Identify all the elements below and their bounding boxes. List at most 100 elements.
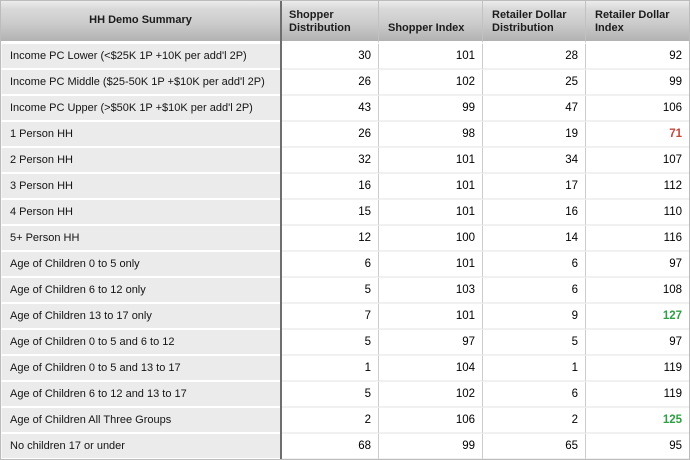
cell-retailer-dollar-distribution: 1 — [483, 356, 586, 382]
cell-retailer-dollar-distribution: 65 — [483, 434, 586, 460]
cell-shopper-distribution: 26 — [280, 70, 379, 96]
cell-shopper-distribution: 1 — [280, 356, 379, 382]
cell-shopper-distribution: 16 — [280, 174, 379, 200]
cell-retailer-dollar-distribution: 6 — [483, 382, 586, 408]
cell-retailer-dollar-distribution: 16 — [483, 200, 586, 226]
cell-retailer-dollar-index: 116 — [586, 226, 689, 252]
row-label: 1 Person HH — [1, 122, 280, 148]
table-row: 2 Person HH 32 101 34 107 — [1, 148, 689, 174]
cell-shopper-index: 101 — [379, 304, 483, 330]
cell-retailer-dollar-distribution: 5 — [483, 330, 586, 356]
table-body: Income PC Lower (<$25K 1P +10K per add'l… — [1, 44, 689, 460]
cell-retailer-dollar-distribution: 19 — [483, 122, 586, 148]
table-row: Income PC Lower (<$25K 1P +10K per add'l… — [1, 44, 689, 70]
cell-shopper-distribution: 5 — [280, 330, 379, 356]
hh-demo-summary-grid: HH Demo Summary Shopper Distribution Sho… — [0, 0, 690, 460]
cell-shopper-index: 103 — [379, 278, 483, 304]
row-label: Age of Children 13 to 17 only — [1, 304, 280, 330]
cell-shopper-distribution: 7 — [280, 304, 379, 330]
cell-retailer-dollar-index: 92 — [586, 44, 689, 70]
column-header-hh-demo-summary[interactable]: HH Demo Summary — [1, 1, 280, 44]
cell-shopper-index: 97 — [379, 330, 483, 356]
cell-shopper-distribution: 32 — [280, 148, 379, 174]
cell-shopper-index: 99 — [379, 434, 483, 460]
column-header-shopper-index[interactable]: Shopper Index — [379, 1, 483, 44]
cell-shopper-distribution: 26 — [280, 122, 379, 148]
table-row: Income PC Middle ($25-50K 1P +$10K per a… — [1, 70, 689, 96]
row-label: 2 Person HH — [1, 148, 280, 174]
column-header-retailer-dollar-index[interactable]: Retailer Dollar Index — [586, 1, 689, 44]
table-row: Age of Children 6 to 12 only 5 103 6 108 — [1, 278, 689, 304]
cell-retailer-dollar-distribution: 25 — [483, 70, 586, 96]
cell-shopper-index: 104 — [379, 356, 483, 382]
table-row: No children 17 or under 68 99 65 95 — [1, 434, 689, 460]
cell-retailer-dollar-index: 95 — [586, 434, 689, 460]
cell-shopper-distribution: 12 — [280, 226, 379, 252]
cell-retailer-dollar-distribution: 47 — [483, 96, 586, 122]
demo-summary-table: HH Demo Summary Shopper Distribution Sho… — [1, 1, 689, 460]
cell-retailer-dollar-distribution: 14 — [483, 226, 586, 252]
row-label: 3 Person HH — [1, 174, 280, 200]
cell-shopper-index: 101 — [379, 148, 483, 174]
cell-shopper-distribution: 2 — [280, 408, 379, 434]
cell-retailer-dollar-distribution: 9 — [483, 304, 586, 330]
cell-retailer-dollar-index: 97 — [586, 330, 689, 356]
column-header-retailer-dollar-distribution[interactable]: Retailer Dollar Distribution — [483, 1, 586, 44]
cell-retailer-dollar-index: 71 — [586, 122, 689, 148]
table-row: 4 Person HH 15 101 16 110 — [1, 200, 689, 226]
table-row: Age of Children All Three Groups 2 106 2… — [1, 408, 689, 434]
table-row: 1 Person HH 26 98 19 71 — [1, 122, 689, 148]
row-label: Age of Children 6 to 12 and 13 to 17 — [1, 382, 280, 408]
row-label: Age of Children 0 to 5 and 13 to 17 — [1, 356, 280, 382]
cell-retailer-dollar-index: 99 — [586, 70, 689, 96]
cell-shopper-distribution: 68 — [280, 434, 379, 460]
cell-retailer-dollar-distribution: 17 — [483, 174, 586, 200]
row-label: 4 Person HH — [1, 200, 280, 226]
cell-retailer-dollar-index: 125 — [586, 408, 689, 434]
table-row: Age of Children 0 to 5 and 6 to 12 5 97 … — [1, 330, 689, 356]
cell-retailer-dollar-index: 112 — [586, 174, 689, 200]
cell-retailer-dollar-distribution: 28 — [483, 44, 586, 70]
cell-shopper-distribution: 15 — [280, 200, 379, 226]
table-row: 5+ Person HH 12 100 14 116 — [1, 226, 689, 252]
cell-shopper-index: 106 — [379, 408, 483, 434]
table-row: Age of Children 6 to 12 and 13 to 17 5 1… — [1, 382, 689, 408]
row-label: Income PC Upper (>$50K 1P +$10K per add'… — [1, 96, 280, 122]
cell-retailer-dollar-index: 127 — [586, 304, 689, 330]
cell-shopper-index: 101 — [379, 200, 483, 226]
cell-retailer-dollar-index: 107 — [586, 148, 689, 174]
cell-shopper-distribution: 30 — [280, 44, 379, 70]
table-row: Age of Children 13 to 17 only 7 101 9 12… — [1, 304, 689, 330]
table-row: Income PC Upper (>$50K 1P +$10K per add'… — [1, 96, 689, 122]
cell-retailer-dollar-index: 106 — [586, 96, 689, 122]
cell-retailer-dollar-index: 119 — [586, 382, 689, 408]
row-label: Age of Children 0 to 5 and 6 to 12 — [1, 330, 280, 356]
cell-retailer-dollar-distribution: 34 — [483, 148, 586, 174]
cell-shopper-index: 100 — [379, 226, 483, 252]
table-row: Age of Children 0 to 5 only 6 101 6 97 — [1, 252, 689, 278]
cell-shopper-index: 101 — [379, 44, 483, 70]
cell-shopper-distribution: 6 — [280, 252, 379, 278]
cell-shopper-distribution: 5 — [280, 382, 379, 408]
table-row: 3 Person HH 16 101 17 112 — [1, 174, 689, 200]
row-label: Income PC Lower (<$25K 1P +10K per add'l… — [1, 44, 280, 70]
cell-shopper-distribution: 5 — [280, 278, 379, 304]
cell-retailer-dollar-index: 108 — [586, 278, 689, 304]
cell-shopper-index: 102 — [379, 70, 483, 96]
cell-retailer-dollar-distribution: 6 — [483, 252, 586, 278]
cell-shopper-index: 102 — [379, 382, 483, 408]
cell-retailer-dollar-index: 119 — [586, 356, 689, 382]
cell-shopper-distribution: 43 — [280, 96, 379, 122]
cell-retailer-dollar-distribution: 6 — [483, 278, 586, 304]
row-label: Income PC Middle ($25-50K 1P +$10K per a… — [1, 70, 280, 96]
frozen-column-divider — [280, 1, 282, 459]
column-header-shopper-distribution[interactable]: Shopper Distribution — [280, 1, 379, 44]
cell-retailer-dollar-index: 110 — [586, 200, 689, 226]
cell-retailer-dollar-distribution: 2 — [483, 408, 586, 434]
cell-retailer-dollar-index: 97 — [586, 252, 689, 278]
cell-shopper-index: 99 — [379, 96, 483, 122]
cell-shopper-index: 101 — [379, 252, 483, 278]
header-row: HH Demo Summary Shopper Distribution Sho… — [1, 1, 689, 44]
cell-shopper-index: 101 — [379, 174, 483, 200]
row-label: Age of Children 0 to 5 only — [1, 252, 280, 278]
